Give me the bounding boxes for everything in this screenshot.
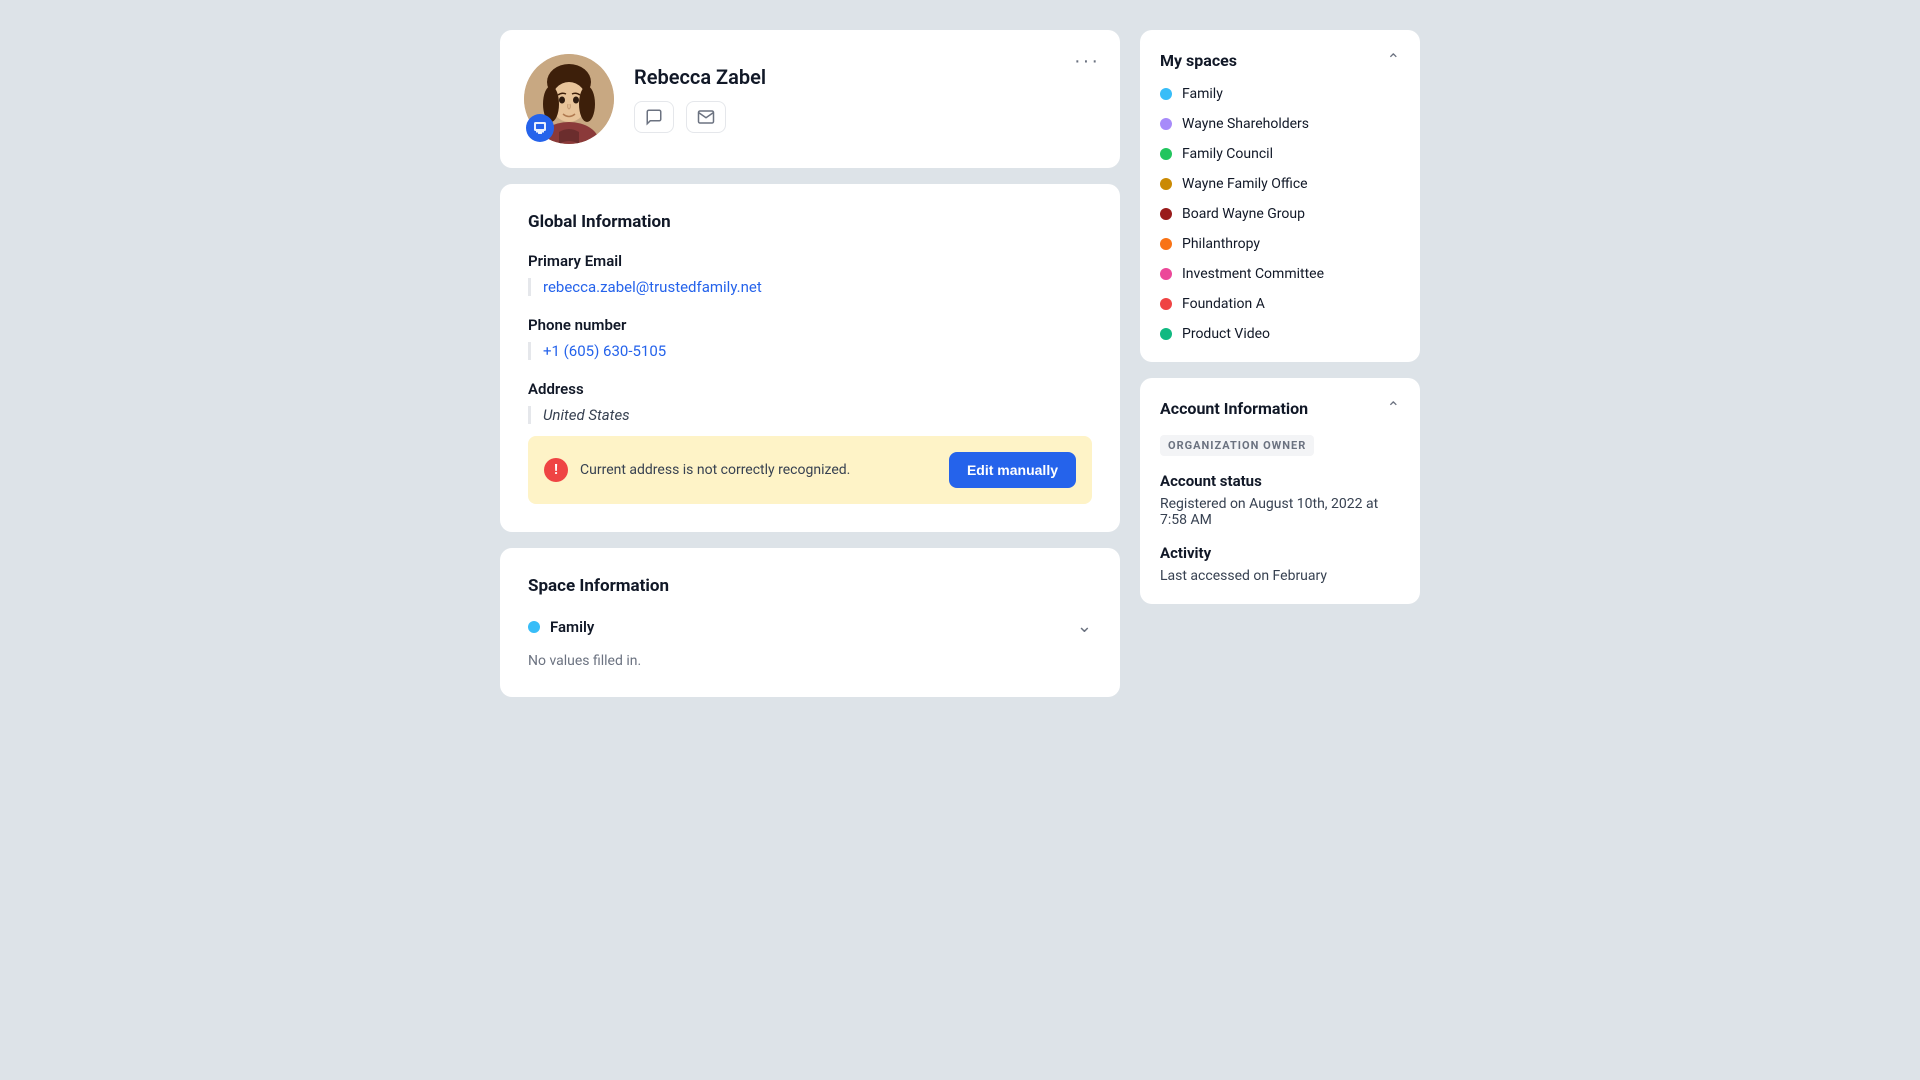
account-info-title: Account Information	[1160, 399, 1308, 418]
account-status-label: Account status	[1160, 472, 1400, 490]
space-item-label: Philanthropy	[1182, 236, 1260, 252]
address-value: United States	[528, 406, 1092, 424]
sidebar-space-item-2[interactable]: Family Council	[1160, 146, 1400, 162]
space-item-label: Investment Committee	[1182, 266, 1324, 282]
my-spaces-title: My spaces	[1160, 51, 1237, 70]
sidebar-space-item-6[interactable]: Investment Committee	[1160, 266, 1400, 282]
space-row: Family ⌄	[528, 616, 1092, 637]
sidebar-space-item-7[interactable]: Foundation A	[1160, 296, 1400, 312]
edit-manually-button[interactable]: Edit manually	[949, 452, 1076, 488]
more-options-button[interactable]: ···	[1074, 50, 1100, 73]
global-info-title: Global Information	[528, 212, 1092, 232]
space-item-label: Product Video	[1182, 326, 1270, 342]
space-item-label: Wayne Family Office	[1182, 176, 1308, 192]
space-bullet	[1160, 148, 1172, 160]
space-bullet	[1160, 118, 1172, 130]
avatar-badge	[526, 114, 554, 142]
space-item-label: Family Council	[1182, 146, 1273, 162]
space-item-label: Family	[1182, 86, 1223, 102]
account-info-collapse-button[interactable]: ⌃	[1387, 398, 1400, 418]
avatar-wrapper	[524, 54, 614, 144]
space-item-label: Wayne Shareholders	[1182, 116, 1309, 132]
main-content: Rebecca Zabel ··· Global Information Pr	[500, 30, 1120, 1050]
activity-value: Last accessed on February	[1160, 568, 1400, 584]
space-info-title: Space Information	[528, 576, 1092, 596]
profile-actions	[634, 101, 1096, 133]
activity-label: Activity	[1160, 544, 1400, 562]
email-value[interactable]: rebecca.zabel@trustedfamily.net	[528, 278, 1092, 296]
account-status-value: Registered on August 10th, 2022 at 7:58 …	[1160, 496, 1400, 528]
profile-card: Rebecca Zabel ···	[500, 30, 1120, 168]
warning-icon: !	[544, 458, 568, 482]
sidebar-space-item-1[interactable]: Wayne Shareholders	[1160, 116, 1400, 132]
address-warning: ! Current address is not correctly recog…	[528, 436, 1092, 504]
space-collapse-button[interactable]: ⌄	[1077, 616, 1092, 637]
profile-name: Rebecca Zabel	[634, 65, 1096, 89]
space-bullet	[1160, 178, 1172, 190]
space-bullet	[1160, 268, 1172, 280]
space-name-label: Family	[550, 618, 594, 636]
account-info-card: Account Information ⌃ ORGANIZATION OWNER…	[1140, 378, 1420, 604]
space-item-label: Foundation A	[1182, 296, 1265, 312]
my-spaces-collapse-button[interactable]: ⌃	[1387, 50, 1400, 70]
comment-button[interactable]	[634, 101, 674, 133]
sidebar-space-item-3[interactable]: Wayne Family Office	[1160, 176, 1400, 192]
no-values-text: No values filled in.	[528, 653, 1092, 669]
org-badge: ORGANIZATION OWNER	[1160, 435, 1314, 456]
warning-text: Current address is not correctly recogni…	[580, 462, 937, 478]
sidebar-space-item-4[interactable]: Board Wayne Group	[1160, 206, 1400, 222]
email-button[interactable]	[686, 101, 726, 133]
my-spaces-card: My spaces ⌃ Family Wayne Shareholders Fa…	[1140, 30, 1420, 362]
space-bullet	[1160, 88, 1172, 100]
phone-label: Phone number	[528, 316, 1092, 334]
my-spaces-header: My spaces ⌃	[1160, 50, 1400, 70]
global-info-card: Global Information Primary Email rebecca…	[500, 184, 1120, 532]
profile-info: Rebecca Zabel	[634, 65, 1096, 133]
space-color-dot	[528, 621, 540, 633]
space-item-label: Board Wayne Group	[1182, 206, 1305, 222]
phone-value[interactable]: +1 (605) 630-5105	[528, 342, 1092, 360]
space-bullet	[1160, 238, 1172, 250]
space-bullet	[1160, 208, 1172, 220]
account-info-header: Account Information ⌃	[1160, 398, 1400, 418]
space-bullet	[1160, 328, 1172, 340]
sidebar-space-item-8[interactable]: Product Video	[1160, 326, 1400, 342]
space-info-card: Space Information Family ⌄ No values fil…	[500, 548, 1120, 697]
sidebar-space-item-0[interactable]: Family	[1160, 86, 1400, 102]
sidebar-space-item-5[interactable]: Philanthropy	[1160, 236, 1400, 252]
sidebar: My spaces ⌃ Family Wayne Shareholders Fa…	[1140, 30, 1420, 1050]
space-name: Family	[528, 618, 594, 636]
email-label: Primary Email	[528, 252, 1092, 270]
spaces-list: Family Wayne Shareholders Family Council…	[1160, 86, 1400, 342]
address-label: Address	[528, 380, 1092, 398]
space-bullet	[1160, 298, 1172, 310]
